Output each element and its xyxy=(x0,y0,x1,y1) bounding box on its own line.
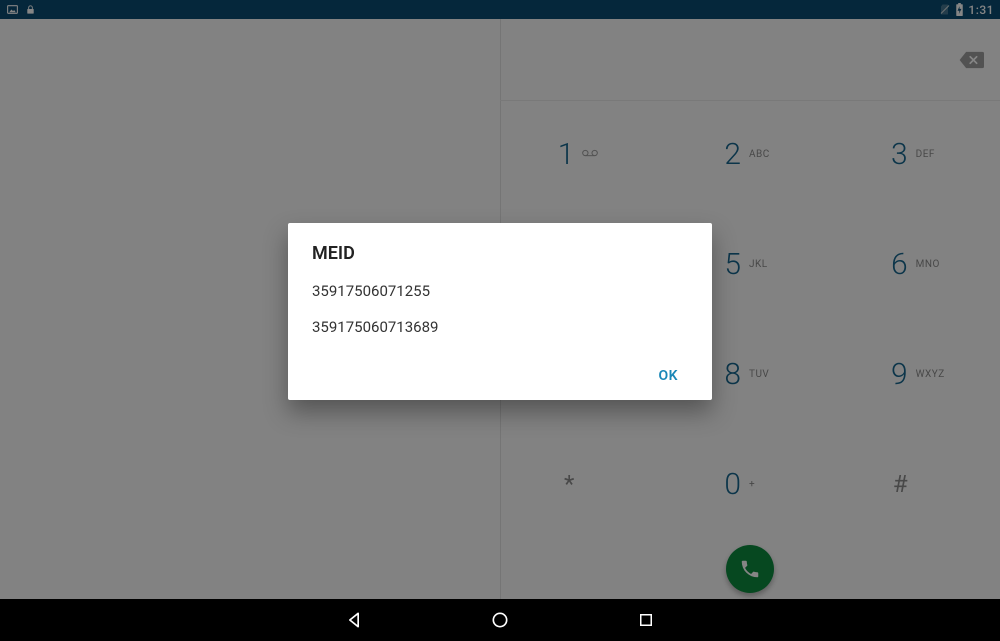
home-circle-icon xyxy=(490,610,510,630)
meid-value-2: 359175060713689 xyxy=(312,318,688,336)
meid-dialog: MEID 35917506071255 359175060713689 OK xyxy=(288,223,712,400)
nav-recent-button[interactable] xyxy=(633,607,659,633)
meid-value-1: 35917506071255 xyxy=(312,282,688,300)
navigation-bar xyxy=(0,599,1000,641)
dialog-title: MEID xyxy=(312,243,688,264)
back-triangle-icon xyxy=(344,610,364,630)
ok-button[interactable]: OK xyxy=(648,360,688,392)
recent-square-icon xyxy=(637,611,655,629)
dialog-actions: OK xyxy=(312,354,688,392)
nav-back-button[interactable] xyxy=(341,607,367,633)
nav-home-button[interactable] xyxy=(487,607,513,633)
